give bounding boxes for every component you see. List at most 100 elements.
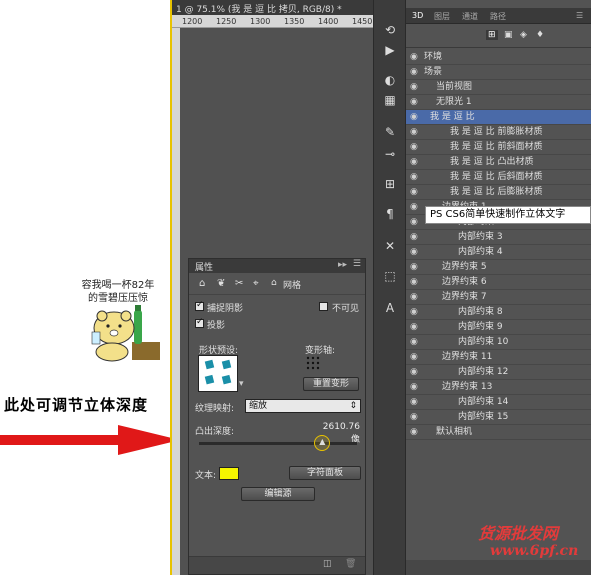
visibility-eye-icon[interactable]: ◉ [410,95,418,109]
meshes-icon[interactable]: ▣ [504,30,513,40]
visibility-eye-icon[interactable]: ◉ [410,185,418,199]
extrude-depth-slider-thumb[interactable]: ▲ [314,435,331,451]
brush-icon[interactable]: ✎ [382,124,398,140]
scene-tree-row[interactable]: ◉ 我 是 逗 比 前斜面材质 [406,140,591,155]
scene-tree-row[interactable]: ◉ 我 是 逗 比 凸出材质 [406,155,591,170]
deform-icon[interactable]: ❦ [217,278,225,289]
visibility-eye-icon[interactable]: ◉ [410,395,418,409]
tools-icon[interactable]: ✕ [382,238,398,254]
visibility-eye-icon[interactable]: ◉ [410,380,418,394]
whole-scene-icon[interactable]: ⊞ [486,30,498,40]
preset-dropdown-arrow-icon[interactable]: ▾ [239,379,244,389]
catch-shadow-checkbox[interactable] [195,300,204,311]
materials-icon[interactable]: ◈ [520,30,527,40]
scene-tree-row[interactable]: ◉ 我 是 逗 比 后膨胀材质 [406,185,591,200]
visibility-eye-icon[interactable]: ◉ [410,125,418,139]
scene-tree-row[interactable]: ◉ 内部约束 14 [406,395,591,410]
visibility-eye-icon[interactable]: ◉ [410,230,418,244]
scene-tree-row[interactable]: ◉ 边界约束 5 [406,260,591,275]
visibility-eye-icon[interactable]: ◉ [410,410,418,424]
scene-tree-row[interactable]: ◉ 场景 [406,65,591,80]
visibility-eye-icon[interactable]: ◉ [410,260,418,274]
visibility-eye-icon[interactable]: ◉ [410,215,418,229]
extrude-depth-field[interactable]: 2610.76 像 [315,422,360,445]
lights-icon[interactable]: ♦ [536,30,544,40]
scene-tree-row[interactable]: ◉ 边界约束 11 [406,350,591,365]
scene-tree-row[interactable]: ◉ 我 是 逗 比 后斜面材质 [406,170,591,185]
history-icon[interactable]: ⟲ [382,22,398,38]
color-icon[interactable]: ◐ [382,72,398,88]
tab-paths[interactable]: 路径 [490,11,506,22]
reset-deform-button[interactable]: 重置变形 [303,377,359,391]
visibility-eye-icon[interactable]: ◉ [410,365,418,379]
visibility-eye-icon[interactable]: ◉ [410,305,418,319]
visibility-eye-icon[interactable]: ◉ [410,350,418,364]
panel-menu-icon[interactable]: ☰ [353,259,361,269]
extrude-depth-slider[interactable] [199,442,357,445]
scene-tree-row[interactable]: ◉ 边界约束 6 [406,275,591,290]
ruler-tick: 1350 [284,17,305,26]
scene-tree-row[interactable]: ◉ 当前视图 [406,80,591,95]
scene-tree-row[interactable]: ◉ 边界约束 13 [406,380,591,395]
invisible-checkbox[interactable] [319,302,328,311]
scene-tree-row[interactable]: ◉ 内部约束 10 [406,335,591,350]
mesh-icon[interactable]: ⌂ [199,278,205,289]
texture-map-select[interactable]: 缩放 ⇕ [245,399,361,413]
document-tab[interactable]: 1 @ 75.1% (我 是 逗 比 拷贝, RGB/8) * [172,0,373,15]
scene-tree-row[interactable]: ◉ 内部约束 3 [406,230,591,245]
visibility-eye-icon[interactable]: ◉ [410,245,418,259]
visibility-eye-icon[interactable]: ◉ [410,275,418,289]
visibility-eye-icon[interactable]: ◉ [410,140,418,154]
3d-filter-toolbar: ⊞ ▣ ◈ ♦ [406,24,591,48]
deform-axis-grid-icon[interactable] [305,355,321,371]
paragraph-icon[interactable]: ¶ [382,206,398,222]
cap-icon[interactable]: ✂ [235,278,243,289]
scene-tree-row[interactable]: ◉ 内部约束 12 [406,365,591,380]
cast-shadow-checkbox[interactable] [195,317,204,328]
tab-3d[interactable]: 3D [412,11,423,20]
edit-source-button[interactable]: 编辑源 [241,487,315,501]
horizontal-ruler: 1200 1250 1300 1350 1400 1450 [172,15,373,28]
properties-panel: 属性 ▸▸ ☰ ⌂ ❦ ✂ ⌖ ⌂ 网格 捕捉阴影 不可见 投影 形状预设: 变… [188,258,366,575]
clone-source-icon[interactable]: ⊸ [382,146,398,162]
scene-tree-row[interactable]: ◉ 无限光 1 [406,95,591,110]
coordinates-icon[interactable]: ⌖ [253,278,259,289]
scene-tree-row[interactable]: ◉ 我 是 逗 比 前膨胀材质 [406,125,591,140]
shape-preset-picker[interactable] [198,355,238,392]
trash-icon[interactable]: 🗑 [345,559,356,569]
visibility-eye-icon[interactable]: ◉ [410,170,418,184]
visibility-eye-icon[interactable]: ◉ [410,320,418,334]
scene-tree-row[interactable]: ◉ 内部约束 9 [406,320,591,335]
scene-tree-row-label: 边界约束 11 [442,352,493,362]
scene-tree-row[interactable]: ◉ 默认相机 [406,425,591,440]
tab-layers[interactable]: 图层 [434,11,450,22]
scene-tree-row[interactable]: ◉ 内部约束 4 [406,245,591,260]
swatches-icon[interactable]: ▦ [382,92,398,108]
character-panel-button[interactable]: 字符面板 [289,466,361,480]
scene-tree-row[interactable]: ◉ 环境 [406,50,591,65]
scene-tree-row[interactable]: ◉ 我 是 逗 比 [406,110,591,125]
render-icon[interactable]: ◫ [323,559,332,569]
scene-tree-row-label: 我 是 逗 比 后膨胀材质 [450,187,543,197]
visibility-eye-icon[interactable]: ◉ [410,50,418,64]
panel-menu-icon[interactable]: ☰ [576,11,583,20]
visibility-eye-icon[interactable]: ◉ [410,155,418,169]
visibility-eye-icon[interactable]: ◉ [410,65,418,79]
visibility-eye-icon[interactable]: ◉ [410,335,418,349]
collapse-icon[interactable]: ▸▸ [338,260,347,270]
visibility-eye-icon[interactable]: ◉ [410,80,418,94]
layer-comps-icon[interactable]: ⊞ [382,176,398,192]
text-color-swatch[interactable] [219,467,239,480]
visibility-eye-icon[interactable]: ◉ [410,290,418,304]
scene-tree-row[interactable]: ◉ 内部约束 8 [406,305,591,320]
play-icon[interactable]: ▶ [382,42,398,58]
visibility-eye-icon[interactable]: ◉ [410,110,418,124]
3d-icon[interactable]: ⬚ [382,268,398,284]
visibility-eye-icon[interactable]: ◉ [410,200,418,214]
visibility-eye-icon[interactable]: ◉ [410,425,418,439]
tab-channels[interactable]: 通道 [462,11,478,22]
scene-tree-row[interactable]: ◉ 内部约束 15 [406,410,591,425]
scene-tree-row-label: 内部约束 3 [458,232,503,242]
scene-tree-row[interactable]: ◉ 边界约束 7 [406,290,591,305]
character-icon[interactable]: A [382,300,398,316]
